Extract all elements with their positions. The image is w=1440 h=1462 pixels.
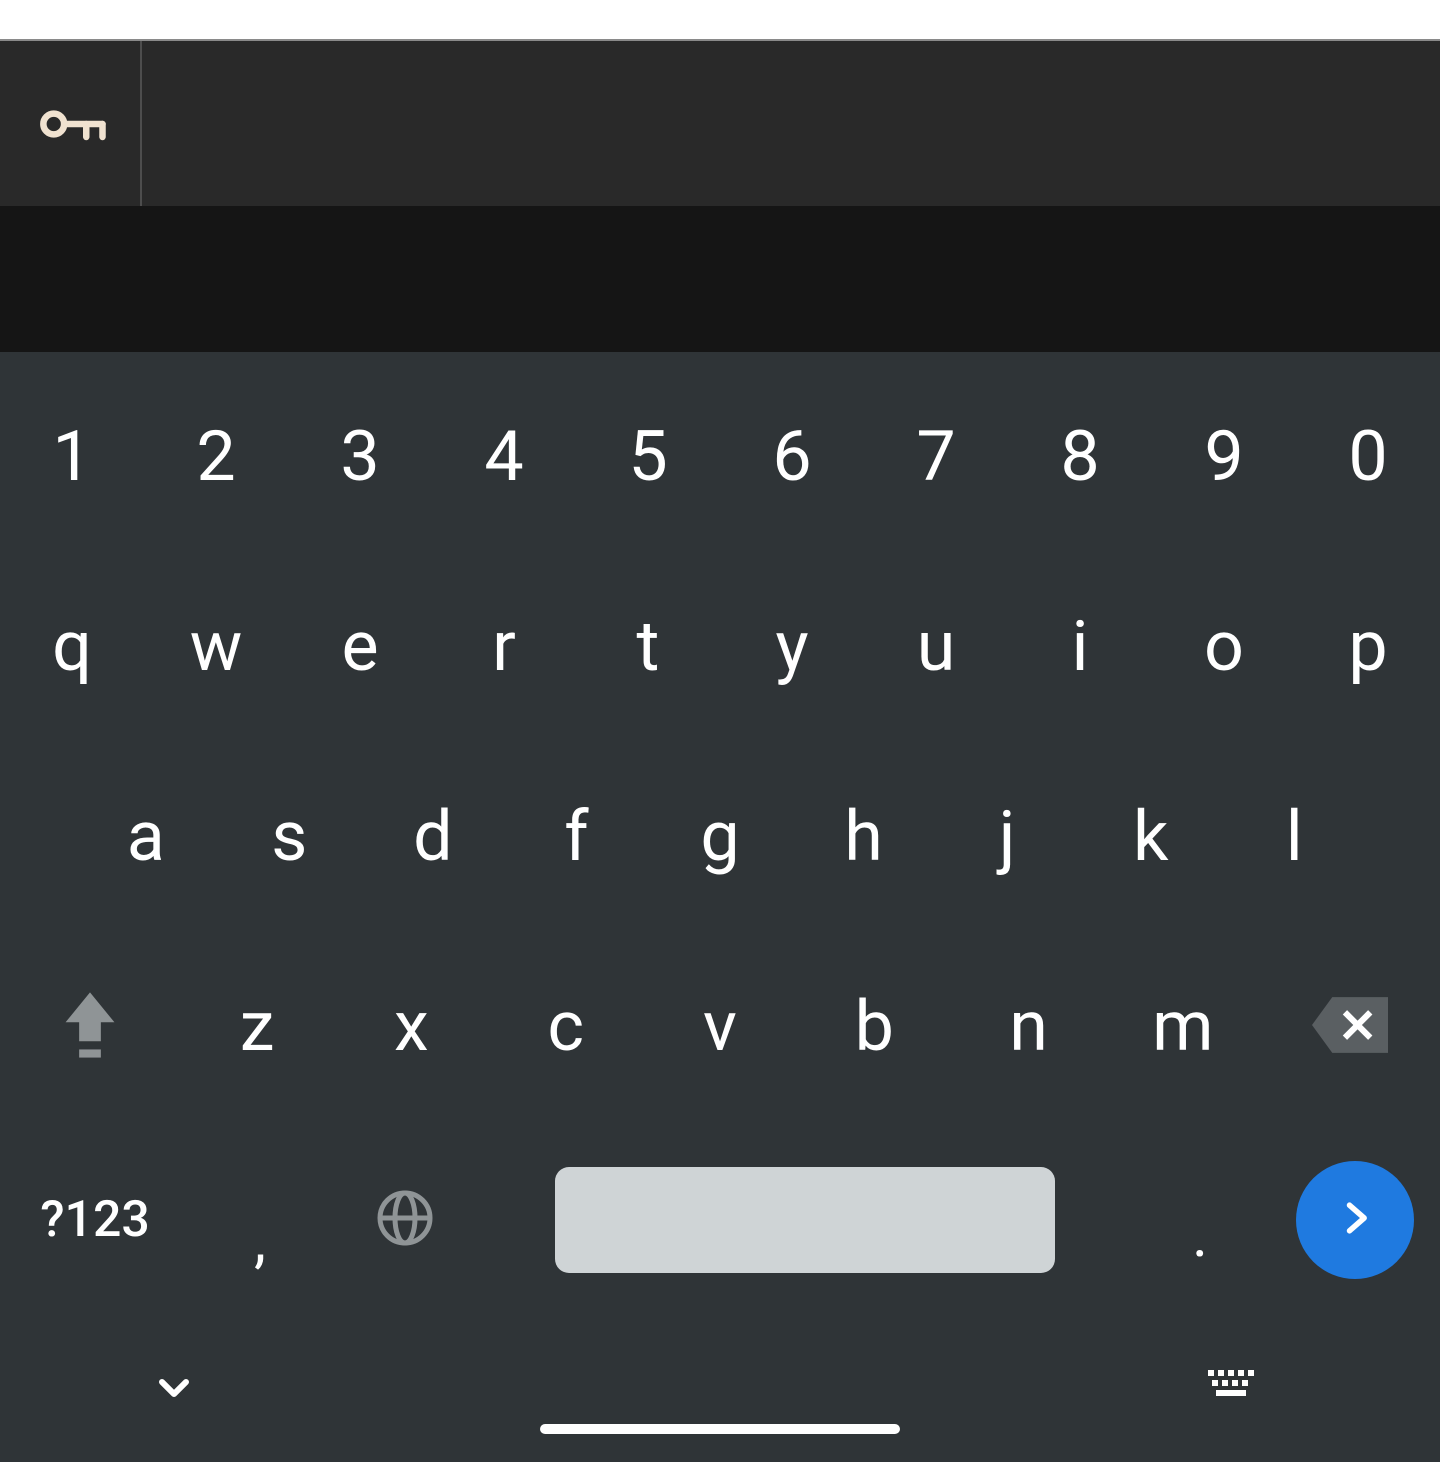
bottom-row: ?123 , . <box>0 1122 1440 1318</box>
language-key[interactable] <box>330 1188 480 1252</box>
arrow-right-icon <box>1333 1196 1377 1244</box>
space-bar <box>555 1167 1055 1273</box>
enter-key[interactable] <box>1270 1161 1440 1279</box>
nav-bar <box>0 1324 1440 1462</box>
space-key[interactable] <box>480 1167 1130 1273</box>
key-c[interactable]: c <box>489 986 643 1068</box>
gesture-handle[interactable] <box>540 1424 900 1434</box>
key-w[interactable]: w <box>144 552 288 742</box>
key-d[interactable]: d <box>361 742 505 932</box>
key-e[interactable]: e <box>288 552 432 742</box>
screen: 1 2 3 4 5 6 7 8 9 0 q w e r t y u i o p … <box>0 0 1440 1460</box>
key-p[interactable]: p <box>1296 552 1440 742</box>
suggestion-bar <box>0 41 1440 206</box>
key-b[interactable]: b <box>797 986 951 1068</box>
key-i[interactable]: i <box>1008 552 1152 742</box>
key-j[interactable]: j <box>935 742 1079 932</box>
enter-button <box>1296 1161 1414 1279</box>
qwerty-row: q w e r t y u i o p <box>0 552 1440 742</box>
key-l[interactable]: l <box>1222 742 1366 932</box>
key-3[interactable]: 3 <box>288 362 432 552</box>
key-9[interactable]: 9 <box>1152 362 1296 552</box>
key-8[interactable]: 8 <box>1008 362 1152 552</box>
key-t[interactable]: t <box>576 552 720 742</box>
collapse-keyboard-button[interactable] <box>150 1364 198 1416</box>
comma-key[interactable]: , <box>190 1165 330 1276</box>
key-o[interactable]: o <box>1152 552 1296 742</box>
key-r[interactable]: r <box>432 552 576 742</box>
key-7[interactable]: 7 <box>864 362 1008 552</box>
keyboard-switch-icon <box>1204 1391 1260 1410</box>
key-1[interactable]: 1 <box>0 362 144 552</box>
key-m[interactable]: m <box>1106 986 1260 1068</box>
key-f[interactable]: f <box>505 742 649 932</box>
shift-icon <box>57 987 123 1067</box>
key-y[interactable]: y <box>720 552 864 742</box>
key-z[interactable]: z <box>180 986 334 1068</box>
globe-icon <box>375 1188 435 1252</box>
key-k[interactable]: k <box>1079 742 1223 932</box>
key-v[interactable]: v <box>643 986 797 1068</box>
key-a[interactable]: a <box>74 742 218 932</box>
keyboard: 1 2 3 4 5 6 7 8 9 0 q w e r t y u i o p … <box>0 352 1440 1324</box>
symbols-key[interactable]: ?123 <box>0 1191 190 1249</box>
key-g[interactable]: g <box>648 742 792 932</box>
suggestion-strip <box>0 206 1440 352</box>
status-bar-gap <box>0 0 1440 41</box>
key-2[interactable]: 2 <box>144 362 288 552</box>
key-n[interactable]: n <box>951 986 1105 1068</box>
key-x[interactable]: x <box>334 986 488 1068</box>
shift-key[interactable] <box>0 987 180 1067</box>
backspace-icon <box>1312 997 1388 1057</box>
key-h[interactable]: h <box>792 742 936 932</box>
key-icon <box>31 85 109 163</box>
zxcv-row: z x c v b n m <box>0 932 1440 1122</box>
keyboard-switcher-button[interactable] <box>1204 1366 1260 1410</box>
key-5[interactable]: 5 <box>576 362 720 552</box>
key-0[interactable]: 0 <box>1296 362 1440 552</box>
key-s[interactable]: s <box>218 742 362 932</box>
password-suggestion-button[interactable] <box>0 41 142 206</box>
chevron-down-icon <box>150 1397 198 1416</box>
period-key[interactable]: . <box>1130 1170 1270 1271</box>
backspace-key[interactable] <box>1260 997 1440 1057</box>
number-row: 1 2 3 4 5 6 7 8 9 0 <box>0 362 1440 552</box>
key-4[interactable]: 4 <box>432 362 576 552</box>
key-q[interactable]: q <box>0 552 144 742</box>
key-6[interactable]: 6 <box>720 362 864 552</box>
asdf-row: a s d f g h j k l <box>0 742 1440 932</box>
key-u[interactable]: u <box>864 552 1008 742</box>
